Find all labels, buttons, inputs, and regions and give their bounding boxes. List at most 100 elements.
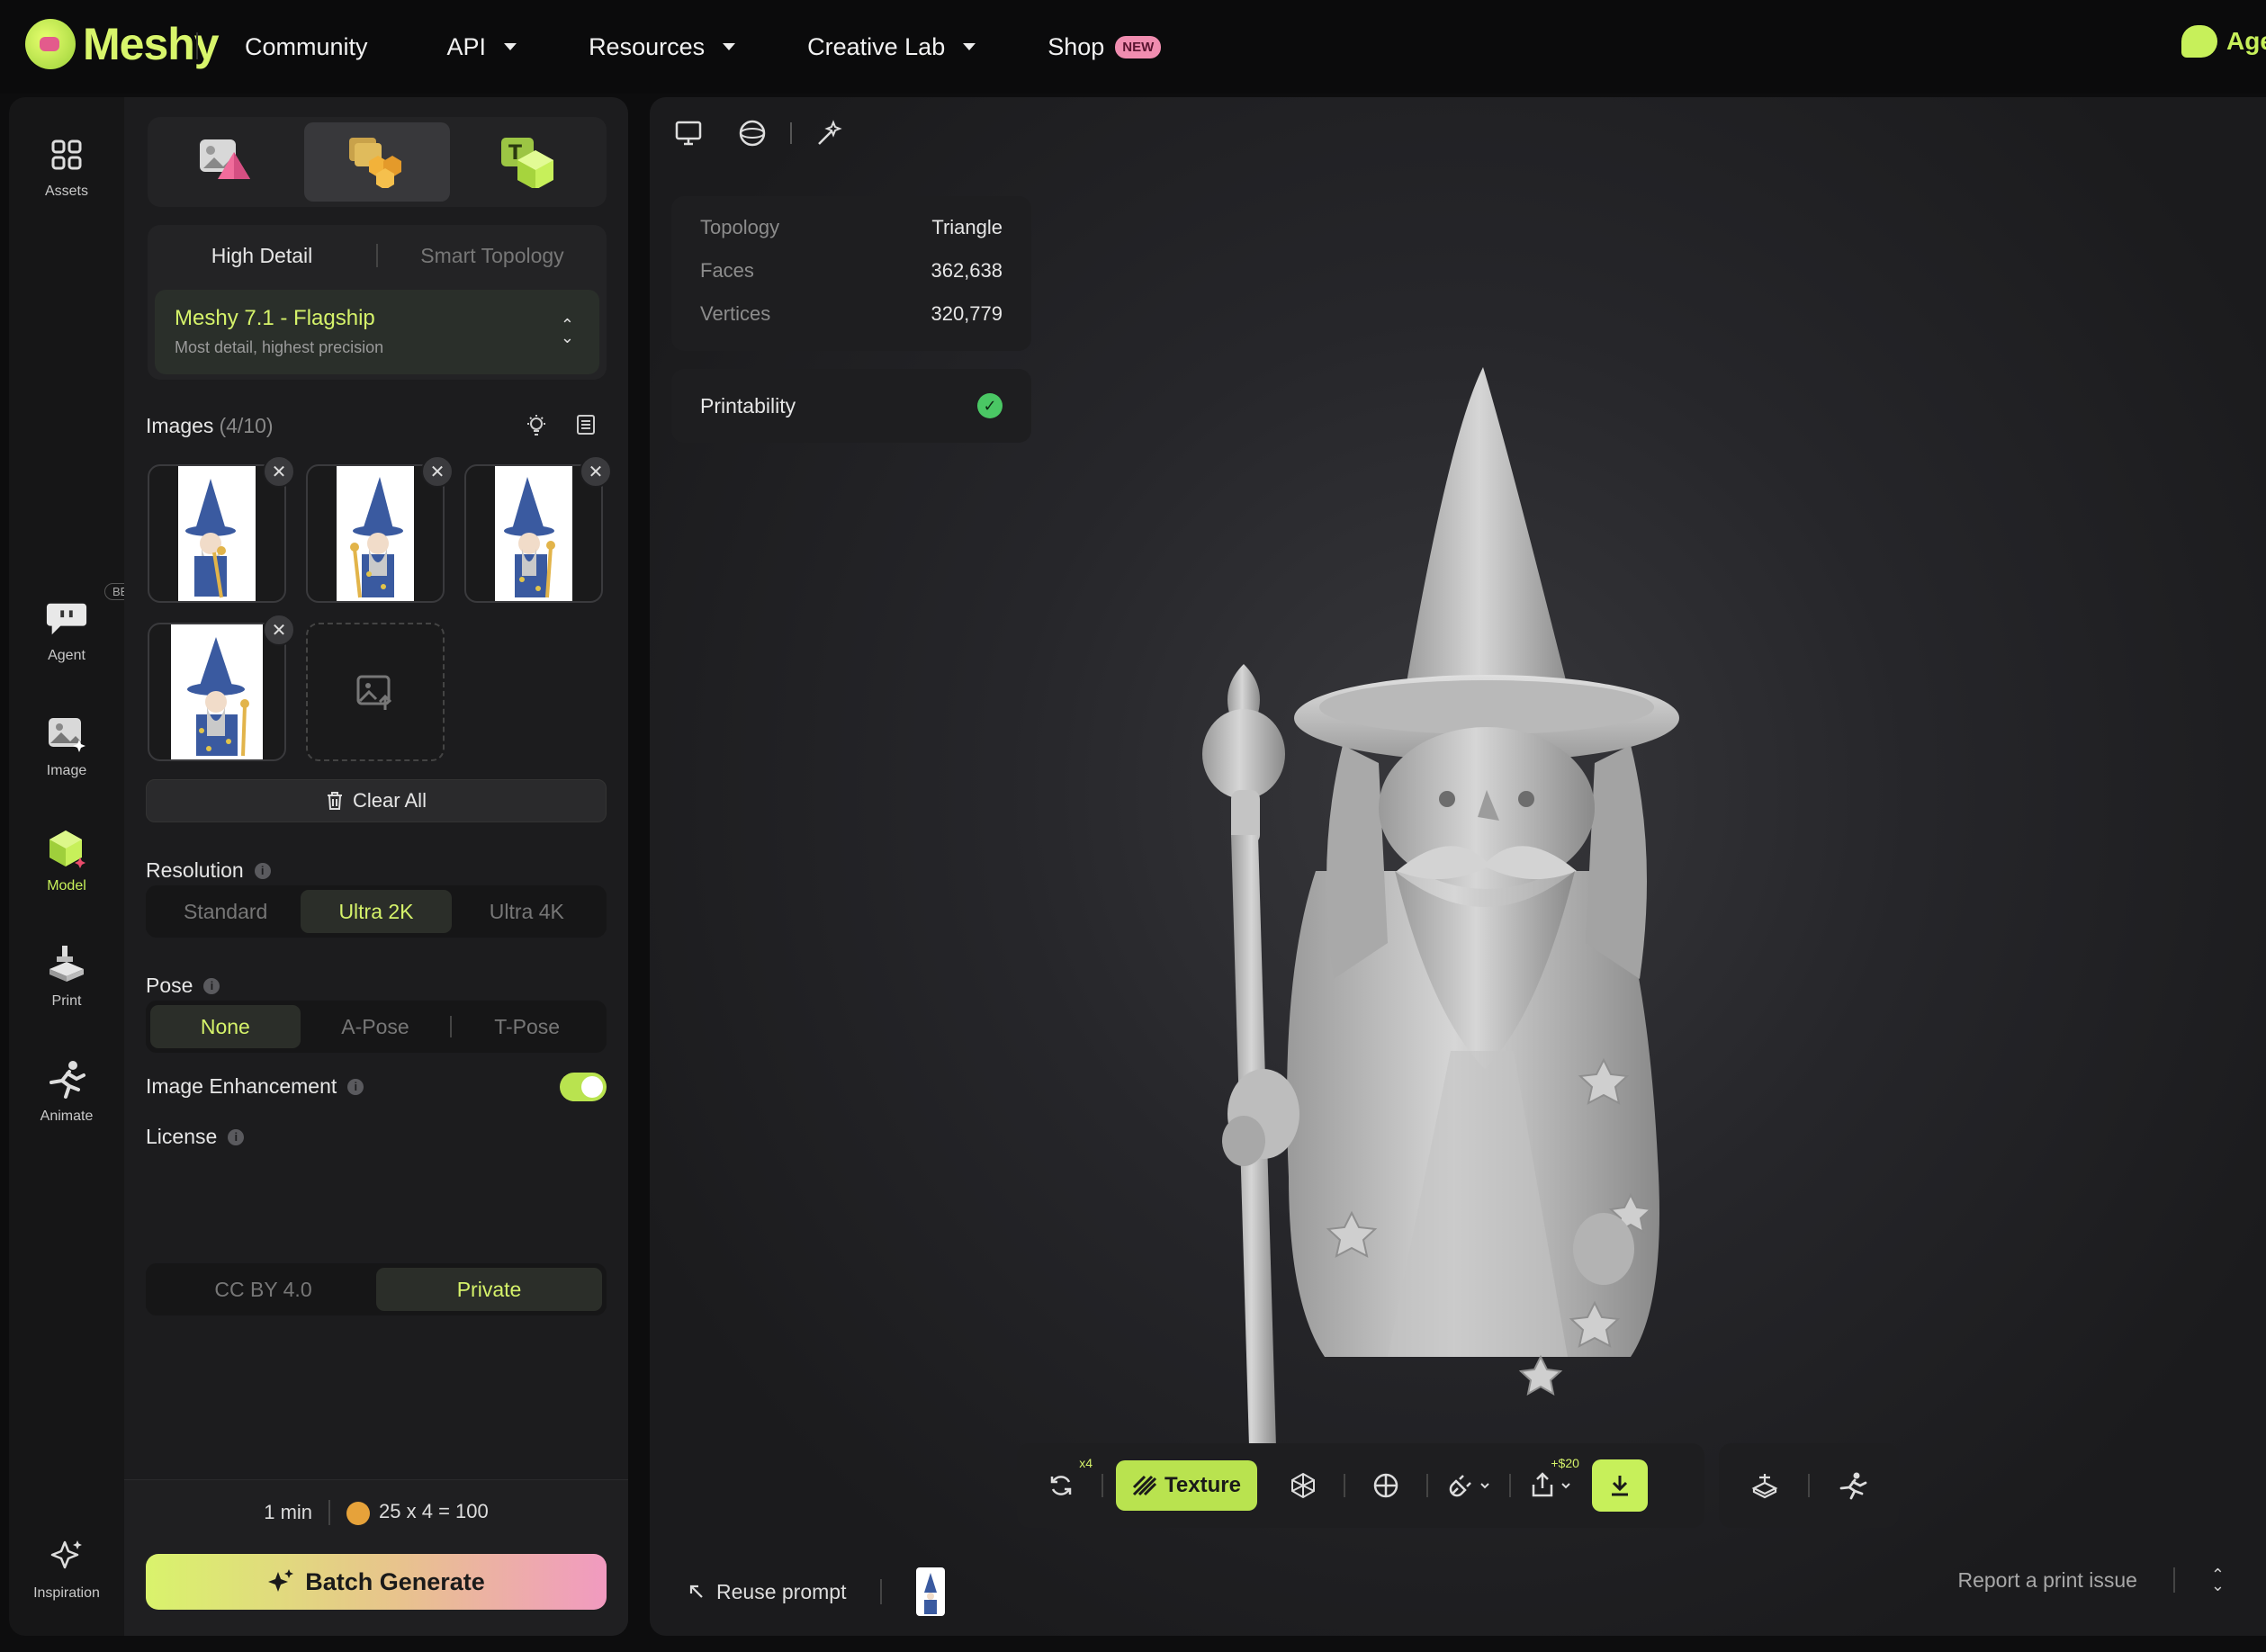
image-thumb[interactable]: ✕ [306,455,454,603]
model-select[interactable]: Meshy 7.1 - Flagship Most detail, highes… [155,290,599,374]
rail-item-image[interactable]: Image [9,713,124,779]
nav-resources[interactable]: Resources [589,33,736,61]
rail-item-assets[interactable]: Assets [9,133,124,200]
transform-icon [1373,1473,1398,1498]
globe-icon[interactable] [738,119,767,148]
pose-option-t-pose[interactable]: T-Pose [452,1005,602,1048]
rail-label: Inspiration [33,1585,100,1601]
prompt-thumbnail[interactable] [916,1567,946,1616]
pose-option-none[interactable]: None [150,1005,301,1048]
rail-item-animate[interactable]: Animate [9,1058,124,1125]
rail-item-inspiration[interactable]: Inspiration [9,1535,124,1602]
reuse-prompt-button[interactable]: Reuse prompt [688,1580,846,1604]
wizard-image [171,624,263,759]
batch-generate-button[interactable]: Batch Generate [146,1554,607,1610]
tab-smart-topology[interactable]: Smart Topology [378,244,607,268]
nav-api[interactable]: API [447,33,517,61]
multi-image-to-3d-icon [349,138,401,188]
sparkles-icon [268,1569,294,1592]
lightbulb-icon[interactable] [526,414,547,442]
transform-button[interactable] [1358,1458,1414,1513]
info-icon[interactable]: i [203,977,220,994]
nav-shop[interactable]: Shop NEW [1048,32,1162,61]
credit-cost: 25 x 4 = 100 [346,1500,489,1525]
chevron-updown-icon[interactable]: ⌃ ⌄ [2211,1567,2225,1594]
texture-button[interactable]: Texture [1116,1460,1257,1511]
report-area: Report a print issue ⌃ ⌄ [1957,1567,2225,1594]
pose-label: Pose [146,974,193,997]
settings-panel: T High Detail Smart Topology Meshy 7.1 -… [124,97,628,1636]
tab-text-to-3d[interactable]: T [455,122,601,202]
rail-item-agent[interactable]: BETA Agent [9,583,150,664]
agent-link[interactable]: Age [2181,25,2266,58]
download-button[interactable] [1591,1459,1648,1512]
tab-multi-image-to-3d[interactable] [304,122,450,202]
new-badge: NEW [1115,35,1162,58]
print-settings-button[interactable] [1737,1458,1793,1513]
magic-wand-icon[interactable] [815,119,844,148]
monitor-icon[interactable] [675,121,702,146]
remove-image-button[interactable]: ✕ [263,614,295,646]
enhancement-toggle[interactable] [560,1073,607,1101]
plugin-dropdown[interactable] [1441,1458,1497,1513]
rail-item-model[interactable]: Model [9,828,124,894]
model-viewport[interactable]: Topology Triangle Faces 362,638 Vertices 32… [650,97,2266,1636]
detail-tabs: High Detail Smart Topology [148,225,607,286]
remesh-button[interactable] [1275,1458,1331,1513]
license-option-private[interactable]: Private [376,1268,602,1311]
viewport-toolbar: x4 Texture +$20 [1017,1443,1704,1528]
license-title: License i [146,1125,245,1149]
image-to-3d-icon [200,139,250,179]
agent-bubble-icon: BETA [45,583,150,641]
pose-option-a-pose[interactable]: A-Pose [301,1005,451,1048]
clear-all-button[interactable]: Clear All [146,779,607,822]
license-option-cc[interactable]: CC BY 4.0 [150,1268,376,1311]
info-icon[interactable]: i [228,1128,245,1145]
tab-high-detail[interactable]: High Detail [148,244,376,268]
upload-image-button[interactable] [306,623,445,761]
divider [2172,1567,2175,1593]
meshy-logo[interactable]: Meshy [25,18,220,70]
pose-selector: None A-Pose T-Pose [146,1001,607,1053]
image-thumb[interactable]: ✕ [148,614,295,761]
model-desc: Most detail, highest precision [175,338,384,356]
rail-item-print[interactable]: Print [9,943,124,1010]
share-dropdown[interactable]: +$20 [1524,1456,1579,1513]
nav-label: Creative Lab [807,32,946,60]
download-icon [1611,1476,1628,1496]
check-icon: ✓ [977,393,1003,418]
remove-image-button[interactable]: ✕ [421,455,454,488]
printability-card[interactable]: Printability ✓ [671,369,1031,443]
mesh-icon [1290,1472,1315,1499]
remove-image-button[interactable]: ✕ [263,455,295,488]
document-icon[interactable] [576,414,596,440]
image-thumb[interactable]: ✕ [148,455,295,603]
grid-icon [45,133,88,176]
nav-label: Community [245,32,368,60]
running-figure-icon [1839,1472,1867,1500]
info-icon[interactable]: i [254,862,271,879]
animate-button[interactable] [1825,1458,1881,1513]
tab-image-to-3d[interactable] [153,122,299,202]
resolution-title: Resolution i [146,858,271,883]
viewport-tools [675,119,844,148]
logo-text: Meshy [83,19,220,69]
nav-creative-lab[interactable]: Creative Lab [807,33,976,61]
resolution-option-standard[interactable]: Standard [150,890,301,933]
image-thumb[interactable]: ✕ [464,455,612,603]
rail-label: Animate [40,1109,94,1124]
coin-icon [346,1501,371,1525]
remove-image-button[interactable]: ✕ [580,455,612,488]
nav-community[interactable]: Community [245,33,368,61]
wizard-3d-model[interactable] [1181,367,1757,1483]
stat-topology: Topology Triangle [700,216,1003,239]
report-print-issue-link[interactable]: Report a print issue [1957,1568,2136,1593]
resolution-option-ultra-4k[interactable]: Ultra 4K [452,890,602,933]
resolution-option-ultra-2k[interactable]: Ultra 2K [301,890,452,933]
image-sparkle-icon [45,713,88,756]
arrow-up-left-icon [689,1585,703,1598]
nav-label: Shop [1048,32,1105,60]
regenerate-button[interactable]: x4 [1033,1456,1093,1513]
license-label: License [146,1125,218,1148]
info-icon[interactable]: i [347,1078,364,1095]
